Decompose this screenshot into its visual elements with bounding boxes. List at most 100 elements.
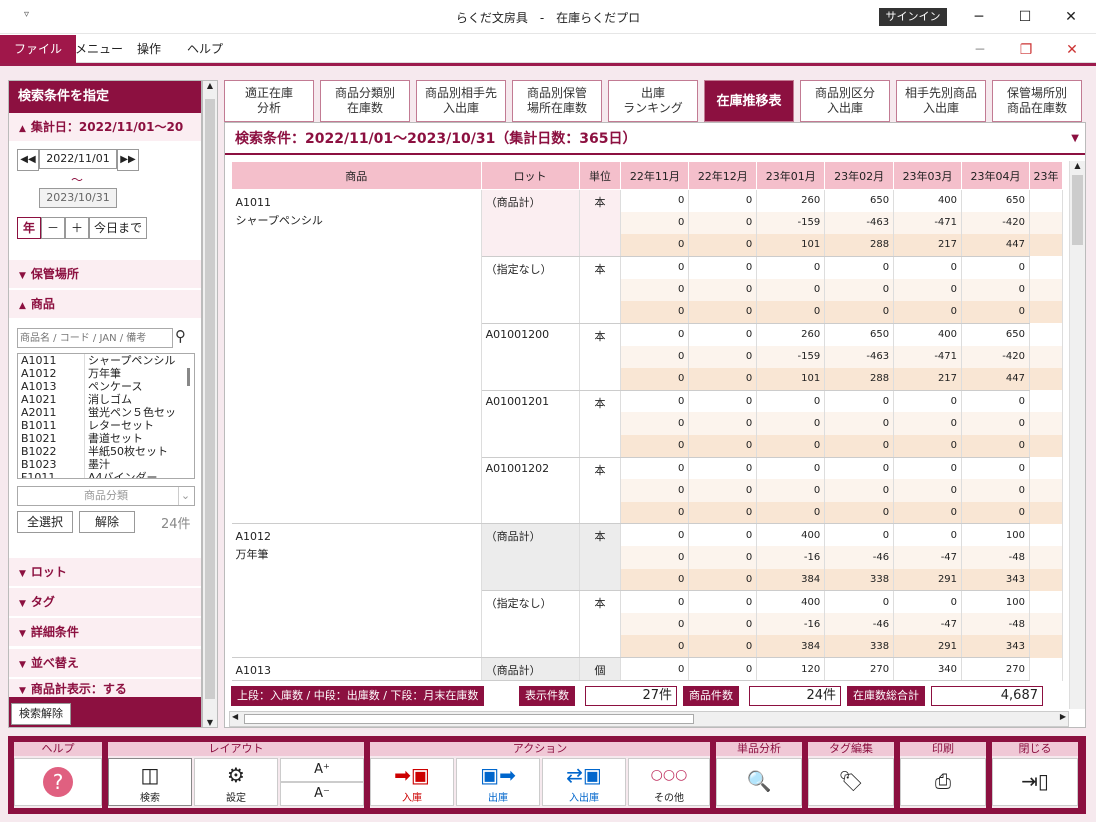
value-cell[interactable]: 343: [961, 635, 1030, 659]
product-list-item[interactable]: A1011 シャープペンシル: [18, 354, 194, 367]
total-display-section[interactable]: ▼ 商品計表示：する: [9, 679, 201, 699]
value-cell[interactable]: 447: [961, 234, 1030, 257]
lot-cell[interactable]: （指定なし）: [481, 256, 580, 324]
value-cell[interactable]: 0: [688, 189, 758, 212]
date-from-field[interactable]: 2022/11/01: [39, 149, 117, 169]
value-cell[interactable]: 0: [688, 479, 758, 502]
value-cell[interactable]: 0: [756, 412, 826, 435]
stock-out-button[interactable]: ▣➡ 出庫: [456, 758, 540, 806]
column-header[interactable]: 23年04月: [961, 161, 1030, 190]
product-list-item[interactable]: A2011 蛍光ペン５色セッ: [18, 406, 194, 419]
value-cell[interactable]: 384: [756, 635, 826, 659]
value-cell[interactable]: 0: [824, 501, 895, 525]
value-cell[interactable]: [1029, 457, 1063, 480]
value-cell[interactable]: [1029, 568, 1063, 591]
value-cell[interactable]: [1029, 256, 1063, 279]
value-cell[interactable]: 0: [893, 278, 963, 301]
value-cell[interactable]: 270: [824, 657, 895, 681]
value-cell[interactable]: 0: [688, 546, 758, 569]
value-cell[interactable]: 0: [824, 479, 895, 502]
minimize-icon[interactable]: ─: [956, 6, 1002, 28]
value-cell[interactable]: -159: [756, 211, 826, 235]
product-list-item[interactable]: B1022 半紙50枚セット: [18, 445, 194, 458]
lot-cell[interactable]: A01001200: [481, 323, 580, 391]
tag-section[interactable]: ▼ タグ: [9, 588, 201, 616]
value-cell[interactable]: -471: [893, 345, 963, 368]
value-cell[interactable]: 0: [824, 412, 895, 435]
value-cell[interactable]: 120: [756, 657, 826, 681]
value-cell[interactable]: 0: [620, 278, 690, 301]
value-cell[interactable]: 0: [893, 390, 963, 413]
value-cell[interactable]: 100: [961, 523, 1030, 547]
value-cell[interactable]: 0: [620, 323, 690, 346]
product-section[interactable]: ▲ 商品: [9, 290, 201, 318]
value-cell[interactable]: -46: [824, 613, 895, 636]
value-cell[interactable]: 217: [893, 234, 963, 257]
value-cell[interactable]: 0: [824, 590, 895, 614]
value-cell[interactable]: [1029, 657, 1063, 681]
value-cell[interactable]: 0: [688, 412, 758, 435]
signin-button[interactable]: サインイン: [879, 8, 947, 26]
value-cell[interactable]: 0: [620, 211, 690, 235]
column-header[interactable]: 23年: [1028, 161, 1063, 190]
value-cell[interactable]: 650: [824, 189, 895, 212]
value-cell[interactable]: [1029, 590, 1063, 614]
value-cell[interactable]: 0: [620, 568, 690, 592]
product-list-item[interactable]: B1011 レターセット: [18, 419, 194, 432]
column-header[interactable]: ロット: [480, 161, 580, 190]
value-cell[interactable]: 0: [824, 434, 895, 458]
value-cell[interactable]: 288: [824, 367, 895, 391]
sort-section[interactable]: ▼ 並べ替え: [9, 649, 201, 677]
list-scroll-thumb[interactable]: [187, 368, 190, 386]
value-cell[interactable]: 0: [756, 457, 826, 480]
value-cell[interactable]: 400: [756, 590, 826, 614]
column-header[interactable]: 商品: [231, 161, 482, 190]
horizontal-scrollbar[interactable]: ◀ ▶: [229, 711, 1069, 727]
value-cell[interactable]: 343: [961, 568, 1030, 592]
lot-cell[interactable]: （商品計）: [481, 523, 580, 592]
value-cell[interactable]: [1029, 367, 1063, 391]
value-cell[interactable]: [1029, 412, 1063, 435]
value-cell[interactable]: 0: [688, 501, 758, 525]
scroll-up-icon[interactable]: ▲: [203, 81, 217, 90]
tab-5[interactable]: 出庫 ランキング: [608, 80, 698, 122]
value-cell[interactable]: 0: [620, 635, 690, 659]
value-cell[interactable]: 0: [688, 434, 758, 458]
value-cell[interactable]: 260: [756, 323, 826, 346]
value-cell[interactable]: 0: [961, 412, 1030, 435]
value-cell[interactable]: 0: [961, 278, 1030, 301]
value-cell[interactable]: 0: [620, 457, 690, 480]
value-cell[interactable]: 0: [893, 457, 963, 480]
value-cell[interactable]: 0: [620, 412, 690, 435]
value-cell[interactable]: 0: [620, 345, 690, 368]
product-list[interactable]: A1011 シャープペンシル A1012 万年筆 A1013 ペンケース A1021 消しゴム…: [17, 353, 195, 479]
value-cell[interactable]: 0: [756, 256, 826, 279]
value-cell[interactable]: [1029, 323, 1063, 346]
lot-cell[interactable]: A01001201: [481, 390, 580, 458]
value-cell[interactable]: -471: [893, 211, 963, 235]
value-cell[interactable]: -47: [893, 546, 963, 569]
value-cell[interactable]: 0: [893, 434, 963, 458]
value-cell[interactable]: [1029, 479, 1063, 502]
period-section[interactable]: ▲ 集計日：2022/11/01〜20: [9, 113, 201, 141]
lot-cell[interactable]: A01001202: [481, 457, 580, 525]
value-cell[interactable]: 0: [688, 568, 758, 592]
value-cell[interactable]: 0: [620, 479, 690, 502]
value-cell[interactable]: 0: [688, 457, 758, 480]
column-header[interactable]: 23年01月: [756, 161, 826, 190]
value-cell[interactable]: [1029, 300, 1063, 324]
value-cell[interactable]: -16: [756, 546, 826, 569]
value-cell[interactable]: [1029, 613, 1063, 636]
value-cell[interactable]: [1029, 523, 1063, 547]
close-button[interactable]: ⇥▯: [992, 758, 1078, 806]
value-cell[interactable]: 0: [688, 523, 758, 547]
value-cell[interactable]: 0: [756, 390, 826, 413]
value-cell[interactable]: -420: [961, 211, 1030, 235]
next-date-button[interactable]: ▶▶: [117, 149, 139, 171]
tab-6[interactable]: 在庫推移表: [704, 80, 794, 122]
menu-help[interactable]: ヘルプ: [173, 35, 237, 63]
item-cell[interactable]: A1011 シャープペンシル: [231, 189, 482, 525]
tab-3[interactable]: 商品別相手先 入出庫: [416, 80, 506, 122]
product-list-item[interactable]: A1012 万年筆: [18, 367, 194, 380]
today-button[interactable]: 今日まで: [89, 217, 147, 239]
